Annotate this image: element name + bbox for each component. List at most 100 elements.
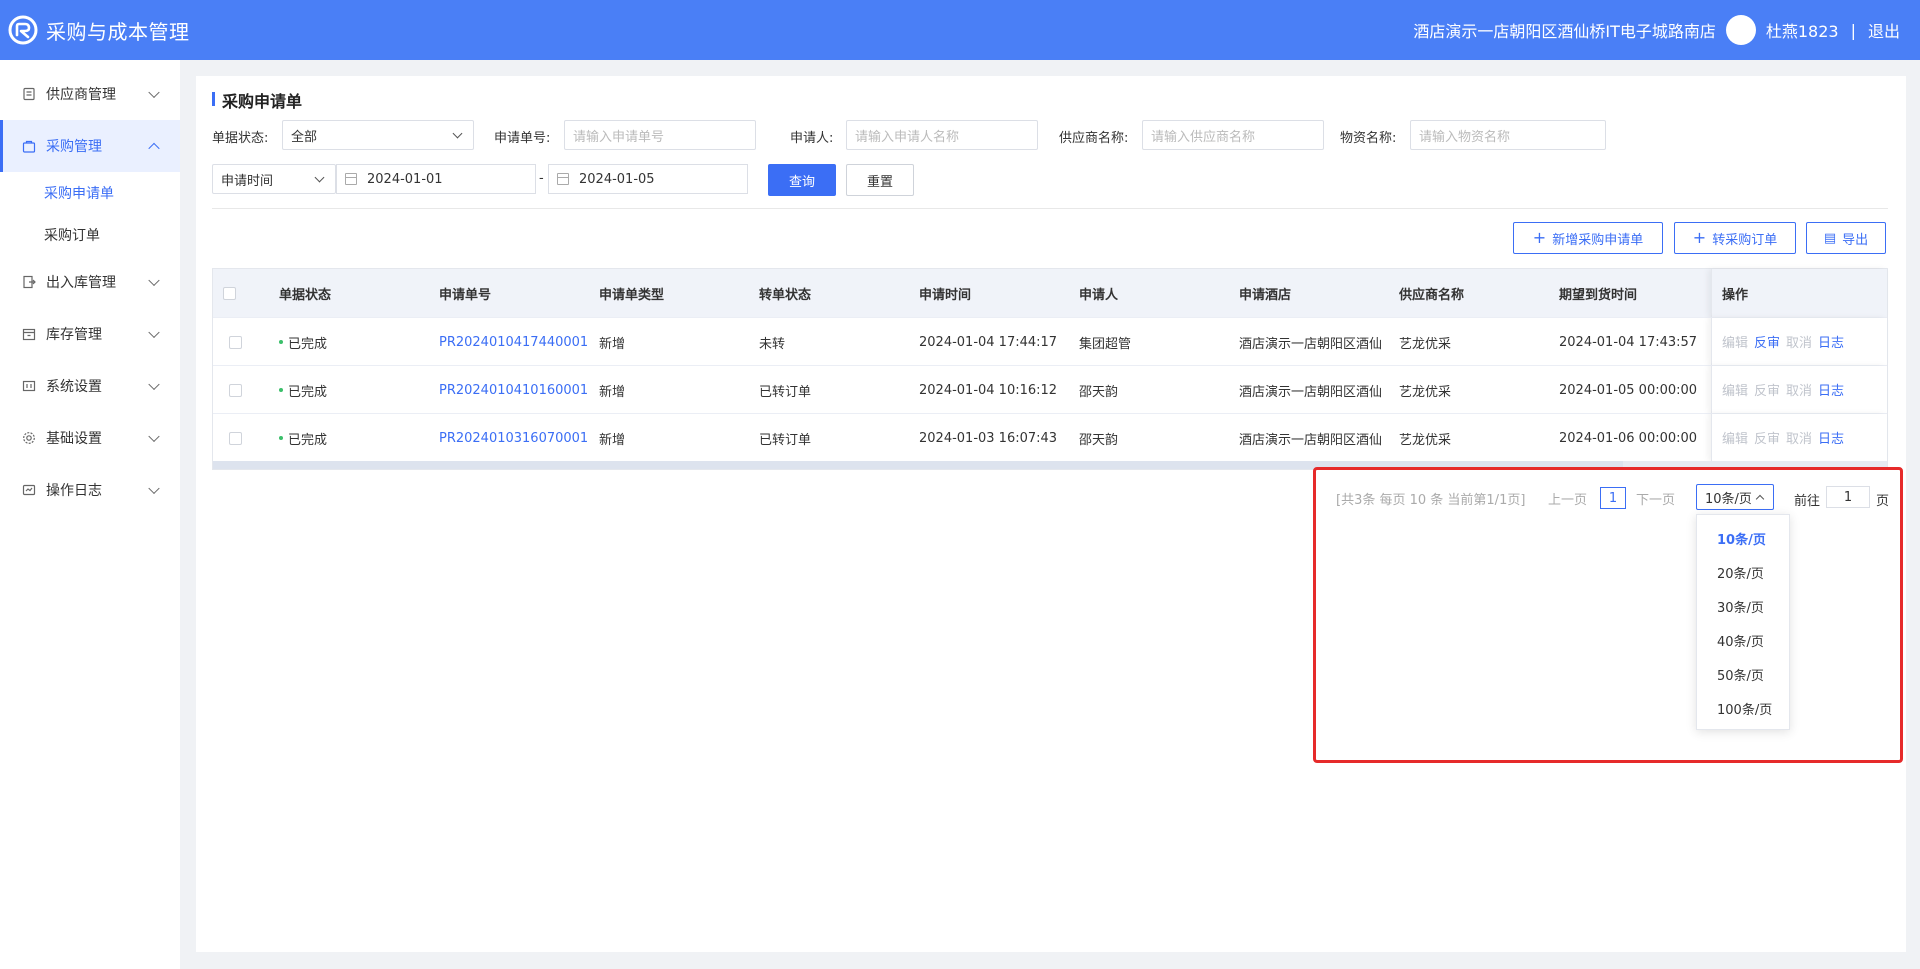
convert-order-label: 转采购订单 [1712,232,1778,248]
applicant-input[interactable]: 请输入申请人名称 [846,120,1038,150]
supplier-label: 供应商名称: [1059,131,1129,146]
sidebar-item-basic[interactable]: 基础设置 [0,412,180,464]
col-supplier[interactable]: 供应商名称 [1399,269,1464,317]
prev-page-button[interactable]: 上一页 [1548,489,1587,508]
col-convert-status[interactable]: 转单状态 [759,269,811,317]
time-type-select[interactable]: 申请时间 [212,164,336,194]
export-button[interactable]: ▤ 导出 [1806,222,1886,254]
status-dot [279,340,283,344]
sidebar-item-inout[interactable]: 出入库管理 [0,256,180,308]
sidebar-item-supplier[interactable]: 供应商管理 [0,68,180,120]
time-cell: 2024-01-04 10:16:12 [919,382,1058,398]
sidebar-item-label: 出入库管理 [46,275,116,291]
logout-link[interactable]: 退出 [1868,18,1900,42]
col-expect-time[interactable]: 期望到货时间 [1559,269,1637,317]
page-size-value: 10条/页 [1705,491,1752,507]
page-number-1[interactable]: 1 [1600,487,1626,509]
col-order-no[interactable]: 申请单号 [439,269,491,317]
plus-icon: + [1532,228,1547,247]
store-name[interactable]: 酒店演示一店朝阳区酒仙桥IT电子城路南店 [1413,18,1716,42]
header-separator: | [1850,20,1856,40]
convert-order-button[interactable]: + 转采购订单 [1674,222,1796,254]
sidebar-item-inventory[interactable]: 库存管理 [0,308,180,360]
material-input[interactable]: 请输入物资名称 [1410,120,1606,150]
page-size-option[interactable]: 20条/页 [1697,555,1789,589]
edit-button[interactable]: 编辑 [1722,332,1748,351]
chevron-up-icon [1755,494,1765,504]
row-checkbox[interactable] [229,383,242,397]
add-request-label: 新增采购申请单 [1552,232,1644,248]
time-type-value: 申请时间 [221,173,274,189]
row-ops: 编辑 反审 取消 日志 [1711,318,1887,365]
row-checkbox[interactable] [229,335,242,349]
divider [212,208,1888,209]
page-size-option[interactable]: 10条/页 [1697,521,1789,555]
cancel-button[interactable]: 取消 [1786,380,1812,399]
chevron-down-icon [148,482,160,495]
col-status[interactable]: 单据状态 [279,269,331,317]
query-button[interactable]: 查询 [768,164,836,196]
sidebar-subitem-purchase-order[interactable]: 采购订单 [0,214,180,256]
date-start-input[interactable]: 2024-01-01 [336,164,536,194]
horizontal-scrollbar[interactable] [213,461,1887,469]
bag-icon [22,139,36,153]
order-no-link[interactable]: PR2024010417440001 [439,318,591,366]
scrollbar-thumb[interactable] [213,461,1623,469]
order-no-input[interactable]: 请输入申请单号 [564,120,756,150]
page-size-option[interactable]: 30条/页 [1697,589,1789,623]
date-end-input[interactable]: 2024-01-05 [548,164,748,194]
sidebar: 供应商管理 采购管理 采购申请单 采购订单 出入库管理 库存管理 系统设置 基础… [0,60,180,969]
user-name[interactable]: 杜燕1823 [1766,18,1839,42]
log-button[interactable]: 日志 [1818,428,1844,447]
col-hotel[interactable]: 申请酒店 [1239,269,1291,317]
sidebar-item-system[interactable]: 系统设置 [0,360,180,412]
page-size-option[interactable]: 40条/页 [1697,623,1789,657]
reverse-audit-button[interactable]: 反审 [1754,332,1780,351]
sidebar-subitem-purchase-request[interactable]: 采购申请单 [0,172,180,214]
col-type[interactable]: 申请单类型 [599,269,664,317]
chevron-down-icon [148,86,160,99]
order-no-link[interactable]: PR2024010316070001 [439,414,591,462]
log-button[interactable]: 日志 [1818,380,1844,399]
table-header: 单据状态 申请单号 申请单类型 转单状态 申请时间 申请人 申请酒店 供应商名称… [213,269,1887,317]
hotel-cell: 酒店演示一店朝阳区酒仙 [1239,432,1383,448]
row-checkbox[interactable] [229,431,242,445]
col-applicant[interactable]: 申请人 [1079,269,1118,317]
sidebar-item-log[interactable]: 操作日志 [0,464,180,516]
page-size-option[interactable]: 50条/页 [1697,657,1789,691]
supplier-icon [22,87,36,101]
convert-cell: 已转订单 [759,384,812,400]
status-text: 已完成 [288,384,328,400]
time-cell: 2024-01-04 17:44:17 [919,334,1058,350]
next-page-button[interactable]: 下一页 [1636,489,1675,508]
cancel-button[interactable]: 取消 [1786,332,1812,351]
row-ops: 编辑 反审 取消 日志 [1711,414,1887,461]
settings-icon [22,379,36,393]
reset-button[interactable]: 重置 [846,164,914,196]
order-no-link[interactable]: PR2024010410160001 [439,366,591,414]
col-apply-time[interactable]: 申请时间 [919,269,971,317]
top-header: 采购与成本管理 酒店演示一店朝阳区酒仙桥IT电子城路南店 杜燕1823 | 退出 [0,0,1920,60]
col-ops: 操作 [1711,269,1887,317]
page-size-select[interactable]: 10条/页 [1696,484,1774,510]
goto-page-input[interactable]: 1 [1826,486,1870,508]
cancel-button[interactable]: 取消 [1786,428,1812,447]
log-icon [22,483,36,497]
app-title: 采购与成本管理 [46,19,190,44]
sidebar-item-purchase[interactable]: 采购管理 [0,120,180,172]
page-size-option[interactable]: 100条/页 [1697,691,1789,725]
type-cell: 新增 [599,336,626,352]
row-ops: 编辑 反审 取消 日志 [1711,366,1887,413]
status-select[interactable]: 全部 [282,120,474,150]
page-title: 采购申请单 [212,88,302,112]
edit-button[interactable]: 编辑 [1722,428,1748,447]
calendar-icon [345,173,357,185]
reverse-audit-button[interactable]: 反审 [1754,428,1780,447]
reverse-audit-button[interactable]: 反审 [1754,380,1780,399]
avatar[interactable] [1725,15,1756,45]
log-button[interactable]: 日志 [1818,332,1844,351]
supplier-input[interactable]: 请输入供应商名称 [1142,120,1324,150]
edit-button[interactable]: 编辑 [1722,380,1748,399]
select-all-checkbox[interactable] [223,286,236,300]
add-request-button[interactable]: + 新增采购申请单 [1513,222,1663,254]
